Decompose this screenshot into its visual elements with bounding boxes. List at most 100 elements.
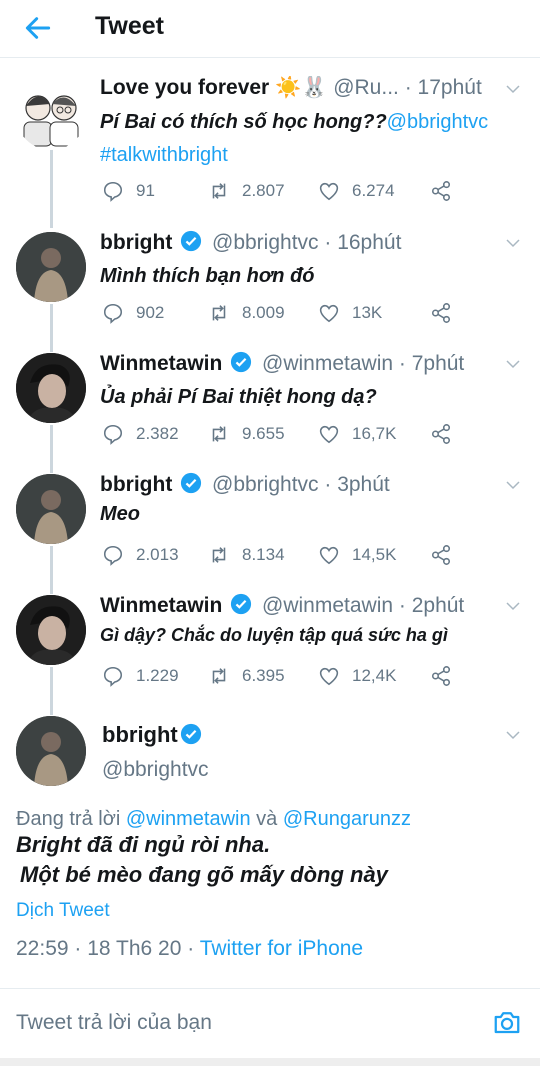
- replying-to: Đang trả lời @winmetawin và @Rungarunzz: [16, 808, 412, 830]
- retweet-button[interactable]: 2.807: [208, 176, 285, 206]
- tweet-text: Ủa phải Pí Bai thiệt hong dạ?: [100, 386, 377, 408]
- share-button[interactable]: [430, 540, 464, 570]
- user-handle[interactable]: @bbrightvc: [102, 758, 209, 782]
- like-button[interactable]: 12,4K: [318, 661, 396, 691]
- display-name[interactable]: bbright: [100, 231, 172, 254]
- reply-button[interactable]: 902: [102, 298, 164, 328]
- retweet-button[interactable]: 8.134: [208, 540, 285, 570]
- mention-link[interactable]: @bbrightvc: [387, 111, 488, 133]
- display-name[interactable]: Winmetawin: [100, 594, 222, 617]
- verified-badge-icon: [231, 351, 252, 373]
- hashtag-link[interactable]: #talkwithbright: [100, 144, 228, 166]
- display-name[interactable]: bbright: [102, 722, 206, 748]
- share-button[interactable]: [430, 661, 464, 691]
- heart-icon: [319, 667, 339, 686]
- back-arrow-icon[interactable]: [22, 12, 54, 44]
- tweet-text: Gì dậy? Chắc do luyện tập quá sức ha gì: [100, 625, 448, 645]
- share-button[interactable]: [430, 176, 464, 206]
- chevron-down-icon[interactable]: [504, 597, 522, 615]
- chevron-down-icon[interactable]: [504, 80, 522, 98]
- heart-icon: [319, 182, 339, 201]
- tweet-time: 2phút: [411, 594, 465, 617]
- heart-icon: [319, 546, 339, 565]
- camera-icon[interactable]: [492, 1007, 522, 1037]
- bottom-strip: [0, 1058, 540, 1066]
- verified-badge-icon: [181, 472, 202, 494]
- reply-button[interactable]: 1.229: [102, 661, 179, 691]
- avatar[interactable]: [16, 716, 86, 786]
- share-button[interactable]: [430, 298, 464, 328]
- chevron-down-icon[interactable]: [504, 476, 522, 494]
- display-name[interactable]: Love you forever ☀️🐰: [100, 76, 327, 99]
- tweet-header: bbright @bbrightvc · 16phút: [100, 230, 402, 254]
- tweet-actions: 902 8.009 13K: [100, 298, 460, 328]
- reply-icon: [103, 424, 123, 445]
- reply-input[interactable]: Tweet trả lời của bạn: [16, 1011, 212, 1035]
- reply-button[interactable]: 2.382: [102, 419, 179, 449]
- share-icon: [431, 181, 451, 201]
- chevron-down-icon[interactable]: [504, 355, 522, 373]
- share-icon: [431, 545, 451, 565]
- chevron-down-icon[interactable]: [504, 726, 522, 744]
- tweet-header: bbright @bbrightvc · 3phút: [100, 472, 390, 496]
- client-link[interactable]: Twitter for iPhone: [200, 937, 363, 960]
- avatar[interactable]: [16, 474, 86, 544]
- tweet-actions: 2.013 8.134 14,5K: [100, 540, 460, 570]
- like-button[interactable]: 14,5K: [318, 540, 396, 570]
- reply-bar: Tweet trả lời của bạn: [0, 988, 540, 1058]
- user-handle[interactable]: @winmetawin: [262, 352, 393, 375]
- user-handle[interactable]: @winmetawin: [262, 594, 393, 617]
- user-handle[interactable]: @bbrightvc: [212, 231, 319, 254]
- like-button[interactable]: 13K: [318, 298, 382, 328]
- verified-badge-icon: [181, 230, 202, 252]
- user-handle[interactable]: @Ru...: [333, 76, 399, 99]
- tweet-time: 17phút: [417, 76, 482, 99]
- share-button[interactable]: [430, 419, 464, 449]
- tweet-text: Meo: [100, 503, 140, 525]
- retweet-button[interactable]: 6.395: [208, 661, 285, 691]
- tweet-timestamp: 22:59 · 18 Th6 20 · Twitter for iPhone: [16, 937, 364, 960]
- reply-icon: [103, 181, 123, 202]
- like-button[interactable]: 6.274: [318, 176, 395, 206]
- retweet-icon: [212, 305, 226, 321]
- tweet-text: Mình thích bạn hơn đó: [100, 265, 315, 287]
- mention-link[interactable]: @winmetawin: [126, 808, 251, 830]
- like-button[interactable]: 16,7K: [318, 419, 396, 449]
- display-name[interactable]: bbright: [100, 473, 172, 496]
- tweet-time: 3phút: [337, 473, 390, 496]
- page-title: Tweet: [95, 12, 164, 40]
- avatar[interactable]: [16, 595, 86, 665]
- heart-icon: [319, 425, 339, 444]
- chevron-down-icon[interactable]: [504, 234, 522, 252]
- share-icon: [431, 303, 451, 323]
- retweet-icon: [212, 183, 226, 199]
- tweet-time: 7phút: [411, 352, 465, 375]
- tweet-actions: 91 2.807 6.274: [100, 176, 460, 206]
- mention-link[interactable]: @Rungarunzz: [283, 808, 411, 830]
- verified-badge-icon: [231, 593, 252, 615]
- retweet-button[interactable]: 9.655: [208, 419, 285, 449]
- retweet-icon: [212, 426, 226, 442]
- reply-button[interactable]: 91: [102, 176, 155, 206]
- user-handle[interactable]: @bbrightvc: [212, 473, 319, 496]
- reply-icon: [103, 545, 123, 566]
- tweet-time: 16phút: [337, 231, 402, 254]
- retweet-button[interactable]: 8.009: [208, 298, 285, 328]
- tweet-text: Pí Bai có thích số học hong??@bbrightvc …: [100, 111, 489, 166]
- reply-button[interactable]: 2.013: [102, 540, 179, 570]
- retweet-icon: [212, 668, 226, 684]
- tweet-header: Love you forever ☀️🐰 @Ru... · 17phút: [100, 76, 482, 99]
- translate-tweet-link[interactable]: Dịch Tweet: [16, 900, 110, 922]
- display-name[interactable]: Winmetawin: [100, 352, 222, 375]
- avatar[interactable]: [16, 80, 86, 150]
- reply-icon: [103, 666, 123, 687]
- tweet-header: Winmetawin @winmetawin · 7phút: [100, 351, 465, 375]
- heart-icon: [319, 304, 339, 323]
- verified-badge-icon: [180, 723, 201, 745]
- tweet-actions: 1.229 6.395 12,4K: [100, 661, 460, 691]
- top-bar: Tweet: [0, 0, 540, 58]
- share-icon: [431, 424, 451, 444]
- avatar[interactable]: [16, 353, 86, 423]
- reply-icon: [103, 303, 123, 324]
- avatar[interactable]: [16, 232, 86, 302]
